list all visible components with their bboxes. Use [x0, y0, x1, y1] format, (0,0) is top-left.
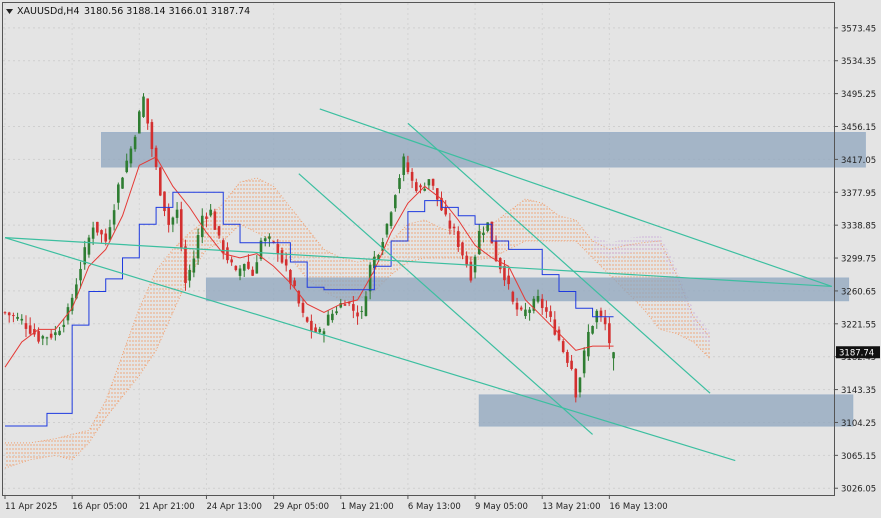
symbol-label: XAUUSDd,H4 — [17, 6, 80, 17]
current-price-tag: 3187.74 — [836, 346, 880, 359]
candle — [142, 93, 145, 118]
candle — [213, 208, 217, 231]
y-tick-label: 3534.35 — [841, 57, 876, 67]
y-tick-label: 3338.85 — [841, 222, 876, 232]
x-tick-label: 13 May 21:00 — [542, 502, 600, 512]
price-axis: 3573.45 3534.35 3495.25 3456.15 3417.05 3377.… — [834, 24, 880, 495]
y-tick-label: 3143.35 — [841, 386, 876, 396]
ohlc-values: 3180.56 3188.14 3166.01 3187.74 — [84, 6, 250, 17]
x-tick-label: 11 Apr 2025 — [5, 502, 58, 512]
y-tick-label: 3260.65 — [841, 287, 876, 297]
y-tick-label: 3495.25 — [841, 90, 876, 100]
x-tick-label: 24 Apr 13:00 — [206, 502, 261, 512]
y-tick-label: 3573.45 — [841, 24, 876, 34]
candle — [574, 368, 578, 403]
current-price-label: 3187.74 — [839, 349, 874, 359]
price-chart[interactable]: 3573.45 3534.35 3495.25 3456.15 3417.05 3377.… — [0, 0, 881, 518]
chart-header: XAUUSDd,H4 3180.56 3188.14 3166.01 3187.… — [6, 6, 250, 17]
y-tick-label: 3026.05 — [841, 485, 876, 495]
x-tick-label: 1 May 21:00 — [341, 502, 394, 512]
candle — [158, 166, 162, 197]
candle — [582, 347, 586, 378]
y-tick-label: 3417.05 — [841, 156, 876, 166]
x-tick-label: 29 Apr 05:00 — [274, 502, 329, 512]
plot-background — [0, 0, 881, 518]
candle — [138, 110, 141, 134]
y-tick-label: 3377.95 — [841, 189, 876, 199]
zone-rect-1[interactable] — [101, 132, 866, 168]
y-tick-label: 3104.25 — [841, 419, 876, 429]
y-tick-label: 3065.15 — [841, 452, 876, 462]
x-tick-label: 9 May 05:00 — [475, 502, 528, 512]
x-tick-label: 6 May 13:00 — [408, 502, 461, 512]
candle — [133, 134, 137, 152]
y-tick-label: 3221.55 — [841, 320, 876, 330]
y-tick-label: 3299.75 — [841, 255, 876, 265]
y-tick-label: 3456.15 — [841, 123, 876, 133]
candle — [561, 339, 565, 354]
candle — [87, 234, 91, 258]
candle — [121, 176, 124, 189]
x-tick-label: 16 Apr 05:00 — [72, 502, 127, 512]
candle — [591, 325, 594, 335]
x-tick-label: 21 Apr 21:00 — [139, 502, 194, 512]
x-tick-label: 16 May 13:00 — [609, 502, 667, 512]
